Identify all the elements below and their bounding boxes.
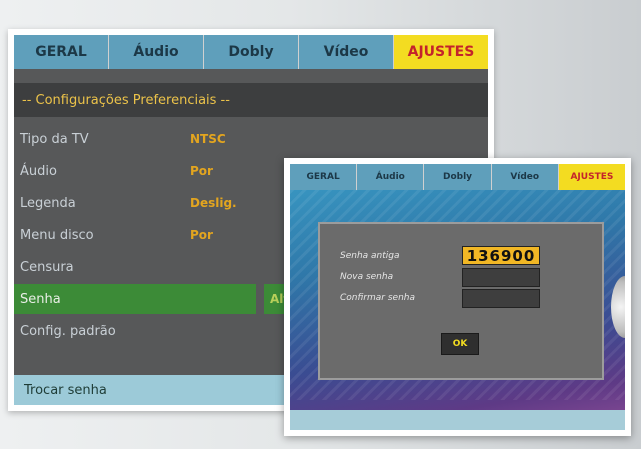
menu-item-value: Por bbox=[190, 228, 213, 242]
ok-button[interactable]: OK bbox=[441, 333, 479, 355]
menu-item-label: Legenda bbox=[20, 195, 76, 211]
menu-item-label: Config. padrão bbox=[20, 323, 116, 339]
tab-audio[interactable]: Áudio bbox=[109, 35, 204, 69]
tab-geral[interactable]: GERAL bbox=[14, 35, 109, 69]
section-header: -- Configurações Preferenciais -- bbox=[14, 83, 488, 117]
change-password-dialog: Senha antiga 136900 Nova senha Confirmar… bbox=[318, 222, 604, 380]
tab-dobly[interactable]: Dobly bbox=[424, 164, 492, 190]
tab-audio[interactable]: Áudio bbox=[357, 164, 425, 190]
menu-item-value: Deslig. bbox=[190, 196, 237, 210]
menu-item-tipo-da-tv[interactable]: Tipo da TV NTSC bbox=[14, 123, 488, 155]
tab-video[interactable]: Vídeo bbox=[299, 35, 394, 69]
old-password-label: Senha antiga bbox=[340, 251, 400, 261]
new-password-label: Nova senha bbox=[340, 272, 394, 282]
menu-item-value: Por bbox=[190, 164, 213, 178]
confirm-password-field[interactable] bbox=[462, 289, 540, 308]
tab-dobly[interactable]: Dobly bbox=[204, 35, 299, 69]
password-screen: GERAL Áudio Dobly Vídeo AJUSTES Senha an… bbox=[284, 158, 631, 436]
menu-item-label: Áudio bbox=[20, 163, 57, 179]
tab-ajustes[interactable]: AJUSTES bbox=[558, 164, 625, 190]
old-password-field[interactable]: 136900 bbox=[462, 246, 540, 265]
menu-item-value: NTSC bbox=[190, 132, 226, 146]
overlay-tab-bar: GERAL Áudio Dobly Vídeo AJUSTES bbox=[290, 164, 625, 190]
tab-geral[interactable]: GERAL bbox=[290, 164, 358, 190]
password-screen-content: GERAL Áudio Dobly Vídeo AJUSTES Senha an… bbox=[290, 164, 625, 430]
main-tab-bar: GERAL Áudio Dobly Vídeo AJUSTES bbox=[14, 35, 488, 69]
menu-item-label: Menu disco bbox=[20, 227, 94, 243]
new-password-field[interactable] bbox=[462, 268, 540, 287]
menu-item-label: Senha bbox=[14, 284, 256, 314]
overlay-status-bar bbox=[290, 410, 625, 430]
tab-video[interactable]: Vídeo bbox=[492, 164, 559, 190]
confirm-password-label: Confirmar senha bbox=[340, 293, 416, 303]
menu-item-label: Tipo da TV bbox=[20, 131, 89, 147]
menu-item-label: Censura bbox=[20, 259, 74, 275]
tab-ajustes[interactable]: AJUSTES bbox=[394, 35, 488, 69]
